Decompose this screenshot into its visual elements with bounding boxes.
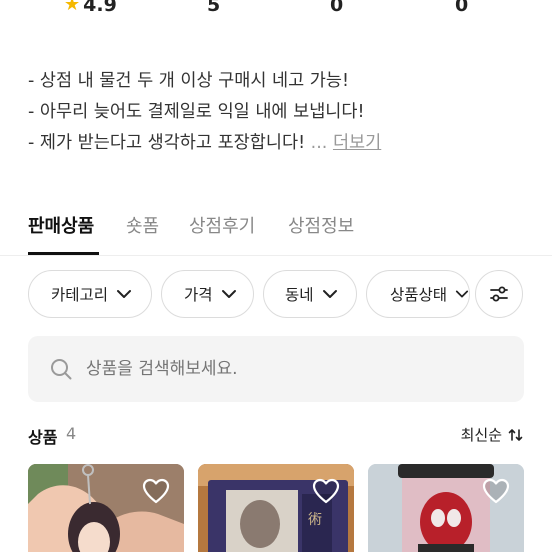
product-card[interactable] [28, 464, 184, 552]
heart-outline-icon[interactable] [142, 478, 170, 504]
tab-shop-info[interactable]: 상점정보 [288, 212, 354, 238]
sliders-icon [490, 286, 508, 302]
filter-label: 상품상태 [390, 286, 448, 304]
products-title: 상품 [28, 428, 58, 447]
products-header: 상품 4 최신순 [28, 424, 524, 450]
description-line: - 아무리 늦어도 결제일로 익일 내에 보냅니다! [28, 102, 365, 122]
filter-neighborhood-button[interactable]: 동네 [263, 270, 357, 318]
shop-tabs: 판매상품 숏폼 상점후기 상점정보 [0, 204, 552, 256]
chevron-down-icon [221, 290, 236, 298]
star-icon: ★ [64, 0, 81, 15]
rating-stat: ★ 4.9 [64, 0, 117, 16]
following-count-stat: 0 [455, 0, 469, 16]
sort-button[interactable]: 최신순 [461, 424, 524, 445]
shop-description: - 상점 내 물건 두 개 이상 구매시 네고 가능! - 아무리 늦어도 결제… [28, 66, 528, 159]
description-ellipsis: ... [310, 133, 328, 153]
filter-label: 카테고리 [51, 286, 109, 304]
chevron-down-icon [455, 290, 469, 298]
follower-count-stat: 0 [330, 0, 344, 16]
description-line: - 상점 내 물건 두 개 이상 구매시 네고 가능! [28, 71, 349, 91]
filter-bar: 카테고리 가격 동네 상품상태 [0, 270, 552, 320]
search-icon [51, 359, 72, 380]
filter-label: 동네 [285, 286, 314, 304]
chevron-down-icon [322, 290, 337, 298]
tab-reviews[interactable]: 상점후기 [189, 212, 255, 238]
search-input[interactable] [86, 359, 486, 379]
product-search-bar[interactable] [28, 336, 524, 402]
more-link[interactable]: 더보기 [333, 133, 381, 153]
review-count-stat: 5 [207, 0, 221, 16]
shop-stats: ★ 4.9 5 0 0 [0, 0, 552, 24]
chevron-down-icon [117, 290, 132, 298]
heart-outline-icon[interactable] [312, 478, 340, 504]
description-line: - 제가 받는다고 생각하고 포장합니다! ... 더보기 [28, 128, 528, 159]
filter-settings-button[interactable] [475, 270, 523, 318]
svg-text:術: 術 [308, 512, 322, 528]
tab-products[interactable]: 판매상품 [28, 212, 94, 238]
product-card[interactable]: 術 [198, 464, 354, 552]
heart-outline-icon[interactable] [482, 478, 510, 504]
filter-condition-button[interactable]: 상품상태 [366, 270, 470, 318]
rating-value: 4.9 [83, 0, 117, 16]
products-count: 4 [66, 424, 77, 443]
sort-label: 최신순 [460, 426, 502, 444]
product-card[interactable] [368, 464, 524, 552]
active-tab-indicator [28, 252, 99, 255]
sort-icon [508, 428, 523, 441]
filter-price-button[interactable]: 가격 [161, 270, 254, 318]
filter-label: 가격 [184, 286, 213, 304]
filter-category-button[interactable]: 카테고리 [28, 270, 152, 318]
description-line-text: - 제가 받는다고 생각하고 포장합니다! [28, 133, 306, 153]
tab-shortform[interactable]: 숏폼 [126, 212, 159, 238]
